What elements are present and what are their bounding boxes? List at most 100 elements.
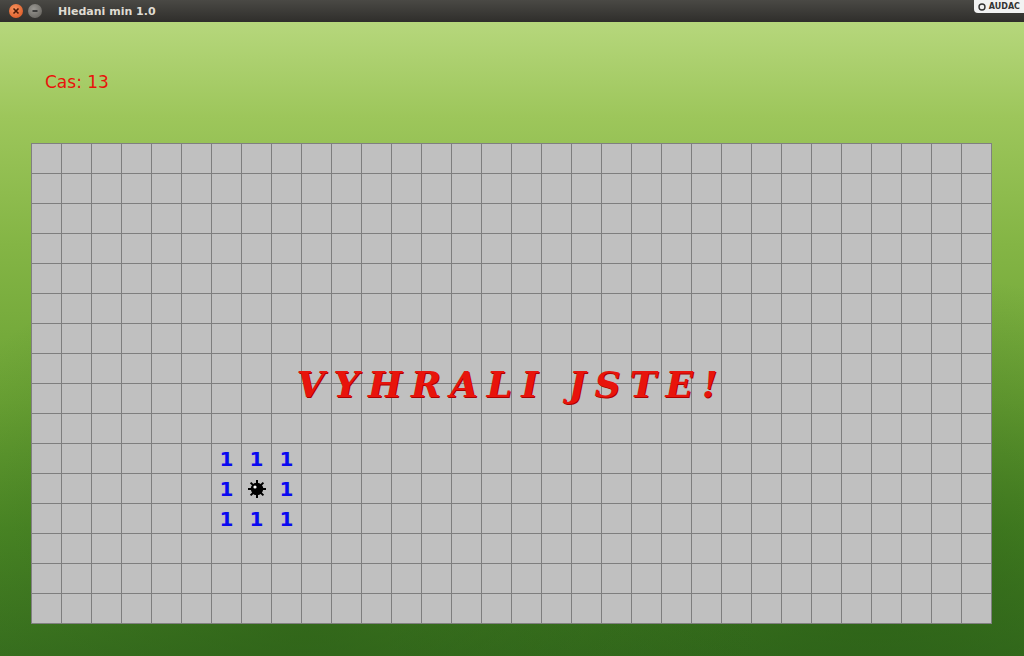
cell[interactable] [692, 174, 721, 203]
cell[interactable] [452, 534, 481, 563]
cell[interactable] [782, 384, 811, 413]
cell[interactable] [662, 264, 691, 293]
cell[interactable] [362, 174, 391, 203]
cell[interactable] [692, 474, 721, 503]
cell[interactable] [512, 294, 541, 323]
cell[interactable] [632, 594, 661, 623]
cell[interactable] [572, 444, 601, 473]
cell[interactable] [662, 594, 691, 623]
cell[interactable] [692, 534, 721, 563]
cell[interactable] [752, 384, 781, 413]
cell[interactable] [542, 504, 571, 533]
cell[interactable] [392, 354, 421, 383]
cell[interactable] [662, 294, 691, 323]
cell[interactable] [722, 264, 751, 293]
cell[interactable] [122, 534, 151, 563]
cell[interactable] [902, 324, 931, 353]
cell[interactable] [902, 204, 931, 233]
cell[interactable] [242, 234, 271, 263]
cell[interactable] [902, 474, 931, 503]
cell[interactable] [242, 294, 271, 323]
cell[interactable] [302, 564, 331, 593]
cell[interactable] [362, 564, 391, 593]
cell[interactable] [962, 174, 991, 203]
cell[interactable] [662, 234, 691, 263]
cell[interactable] [872, 414, 901, 443]
cell[interactable] [962, 324, 991, 353]
cell[interactable] [872, 354, 901, 383]
cell[interactable] [332, 594, 361, 623]
cell[interactable] [902, 294, 931, 323]
cell[interactable] [482, 564, 511, 593]
cell[interactable] [482, 294, 511, 323]
cell[interactable] [962, 444, 991, 473]
close-button[interactable] [9, 4, 23, 18]
cell[interactable] [392, 294, 421, 323]
cell[interactable] [182, 354, 211, 383]
cell[interactable] [182, 234, 211, 263]
cell[interactable] [92, 534, 121, 563]
cell[interactable] [602, 204, 631, 233]
cell[interactable] [932, 504, 961, 533]
cell[interactable] [692, 234, 721, 263]
cell[interactable] [662, 384, 691, 413]
cell[interactable] [392, 534, 421, 563]
cell[interactable] [152, 474, 181, 503]
cell[interactable] [662, 474, 691, 503]
cell[interactable] [332, 234, 361, 263]
cell[interactable] [272, 264, 301, 293]
cell[interactable] [332, 174, 361, 203]
cell[interactable] [302, 294, 331, 323]
cell[interactable] [212, 594, 241, 623]
cell[interactable] [902, 414, 931, 443]
cell[interactable] [512, 264, 541, 293]
cell[interactable] [752, 204, 781, 233]
cell[interactable] [482, 204, 511, 233]
cell[interactable] [962, 354, 991, 383]
cell[interactable] [932, 564, 961, 593]
cell[interactable] [662, 504, 691, 533]
cell[interactable] [422, 504, 451, 533]
cell[interactable] [32, 414, 61, 443]
cell[interactable] [332, 264, 361, 293]
cell[interactable] [272, 414, 301, 443]
cell[interactable] [362, 594, 391, 623]
cell[interactable] [782, 444, 811, 473]
cell[interactable] [362, 264, 391, 293]
cell[interactable] [332, 414, 361, 443]
cell[interactable] [362, 204, 391, 233]
cell[interactable] [632, 354, 661, 383]
cell[interactable] [272, 204, 301, 233]
cell[interactable] [902, 444, 931, 473]
cell[interactable] [812, 564, 841, 593]
cell[interactable] [302, 504, 331, 533]
cell[interactable] [602, 564, 631, 593]
cell[interactable] [32, 294, 61, 323]
cell[interactable] [62, 504, 91, 533]
cell[interactable] [332, 294, 361, 323]
cell[interactable] [242, 564, 271, 593]
cell[interactable] [332, 444, 361, 473]
cell[interactable]: 1 [272, 444, 301, 473]
cell[interactable] [422, 264, 451, 293]
cell[interactable] [572, 534, 601, 563]
cell[interactable] [62, 594, 91, 623]
cell[interactable] [812, 354, 841, 383]
cell[interactable] [662, 534, 691, 563]
cell[interactable] [242, 324, 271, 353]
cell[interactable] [482, 414, 511, 443]
cell[interactable] [752, 234, 781, 263]
cell[interactable] [452, 564, 481, 593]
cell[interactable] [92, 264, 121, 293]
cell[interactable] [152, 144, 181, 173]
cell[interactable] [722, 414, 751, 443]
cell[interactable] [122, 504, 151, 533]
cell[interactable] [332, 144, 361, 173]
cell[interactable] [32, 264, 61, 293]
cell[interactable] [962, 234, 991, 263]
cell[interactable] [362, 414, 391, 443]
cell[interactable] [182, 384, 211, 413]
cell[interactable] [512, 564, 541, 593]
cell[interactable] [782, 204, 811, 233]
cell[interactable] [842, 564, 871, 593]
